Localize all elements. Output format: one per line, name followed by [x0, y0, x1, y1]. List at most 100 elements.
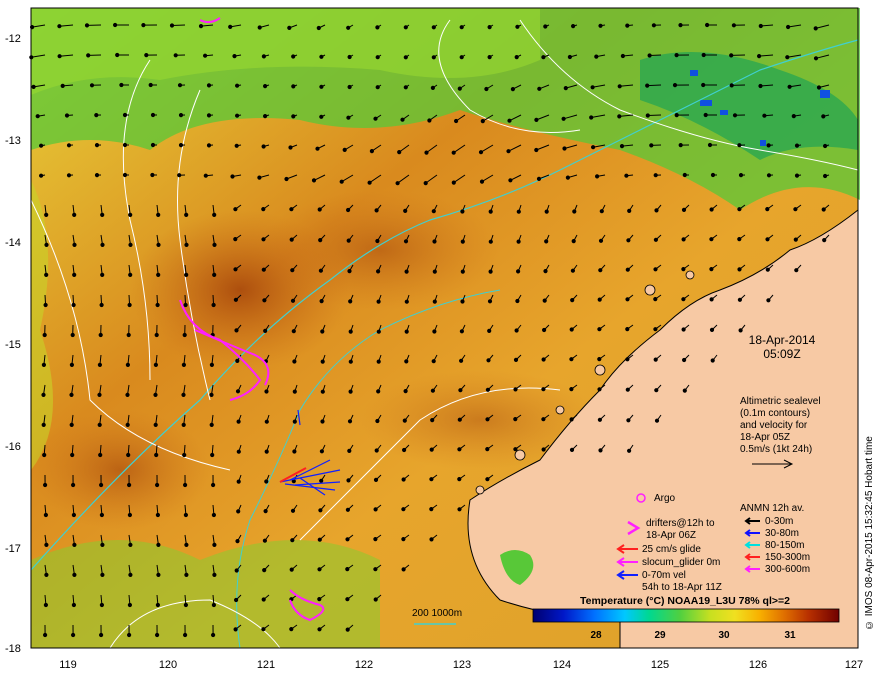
velocity-arrowhead: [597, 357, 602, 362]
lon-label: 125: [651, 659, 669, 671]
velocity-arrowhead: [345, 567, 350, 572]
altimetry-line: Altimetric sealevel: [740, 396, 821, 407]
velocity-arrowhead: [374, 208, 379, 213]
velocity-arrowhead: [209, 362, 214, 367]
velocity-arrowhead: [155, 512, 160, 518]
velocity-arrowhead: [672, 83, 678, 88]
velocity-arrowhead: [651, 23, 657, 28]
velocity-arrowhead: [432, 269, 437, 274]
velocity-arrowhead: [233, 237, 238, 242]
velocity-arrowhead: [513, 447, 518, 452]
velocity-arrowhead: [98, 332, 103, 338]
lon-label: 119: [59, 659, 77, 671]
velocity-arrowhead: [376, 329, 381, 334]
velocity-arrowhead: [513, 357, 519, 362]
velocity-arrowhead: [150, 112, 156, 118]
velocity-arrowhead: [570, 268, 576, 273]
velocity-arrowhead: [128, 242, 133, 247]
velocity-arrowhead: [148, 82, 153, 88]
slocum-label: slocum_glider 0m: [642, 557, 720, 568]
velocity-arrowhead: [320, 359, 325, 364]
velocity-arrowhead: [346, 478, 351, 483]
velocity-arrowhead: [758, 23, 763, 29]
velocity-arrowhead: [373, 567, 378, 572]
velocity-arrowhead: [765, 237, 770, 242]
velocity-arrowhead: [84, 23, 90, 28]
velocity-arrowhead: [288, 145, 293, 150]
velocity-arrowhead: [431, 55, 436, 60]
velocity-arrowhead: [404, 269, 409, 274]
velocity-arrowhead: [60, 83, 65, 89]
velocity-arrowhead: [39, 173, 44, 178]
velocity-arrowhead: [654, 388, 659, 393]
velocity-arrowhead: [178, 113, 184, 118]
lon-label: 127: [845, 659, 863, 671]
velocity-arrowhead: [682, 357, 687, 363]
velocity-arrowhead: [544, 239, 549, 244]
velocity-arrowhead: [115, 52, 120, 58]
velocity-arrowhead: [565, 175, 571, 180]
velocity-arrowhead: [758, 83, 763, 89]
velocity-arrowhead: [506, 149, 511, 154]
lat-label: -17: [5, 543, 21, 555]
velocity-arrowhead: [591, 145, 596, 150]
velocity-arrowhead: [290, 508, 296, 513]
velocity-arrowhead: [39, 143, 44, 148]
velocity-arrowhead: [181, 422, 186, 427]
velocity-arrowhead: [206, 83, 212, 88]
velocity-arrowhead: [72, 272, 77, 277]
velocity-arrowhead: [156, 272, 161, 277]
velocity-arrowhead: [401, 537, 406, 542]
velocity-arrowhead: [376, 269, 381, 274]
velocity-arrowhead: [401, 477, 406, 482]
velocity-arrowhead: [729, 53, 734, 58]
velocity-arrowhead: [127, 602, 132, 608]
velocity-arrowhead: [598, 23, 603, 28]
velocity-arrowhead: [311, 178, 317, 183]
velocity-arrowhead: [710, 172, 716, 178]
credit-label: © IMOS 08-Apr-2015 15:32:45 Hobart time: [864, 436, 875, 630]
velocity-arrowhead: [376, 389, 381, 394]
velocity-arrowhead: [395, 181, 400, 186]
velocity-arrowhead: [794, 173, 800, 178]
velocity-arrowhead: [211, 512, 216, 518]
velocity-arrowhead: [701, 52, 706, 58]
velocity-arrowhead: [404, 299, 409, 304]
velocity-arrowhead: [212, 572, 217, 578]
velocity-arrowhead: [156, 572, 161, 578]
velocity-arrowhead: [346, 238, 351, 243]
velocity-arrowhead: [703, 112, 708, 118]
velocity-arrowhead: [317, 597, 322, 602]
time-label: 05:09Z: [763, 347, 800, 361]
velocity-arrowhead: [209, 422, 214, 427]
velocity-arrowhead: [376, 359, 381, 364]
lat-label: -14: [5, 237, 21, 249]
velocity-arrowhead: [479, 179, 485, 184]
velocity-arrowhead: [653, 173, 658, 178]
velocity-arrowhead: [122, 172, 128, 178]
altimetry-line: and velocity for: [740, 420, 808, 431]
velocity-arrowhead: [625, 23, 630, 28]
velocity-arrowhead: [290, 298, 296, 303]
velocity-arrowhead: [71, 302, 76, 308]
velocity-arrowhead: [181, 362, 186, 367]
velocity-arrowhead: [100, 242, 105, 247]
velocity-arrowhead: [155, 302, 160, 308]
velocity-arrowhead: [373, 116, 378, 121]
velocity-arrowhead: [203, 53, 208, 58]
velocity-arrowhead: [542, 298, 547, 303]
velocity-arrowhead: [154, 452, 159, 458]
velocity-arrowhead: [625, 327, 630, 332]
velocity-arrowhead: [430, 418, 435, 423]
velocity-arrowhead: [44, 542, 49, 548]
velocity-arrowhead: [72, 572, 77, 578]
velocity-arrowhead: [44, 242, 49, 247]
velocity-arrowhead: [571, 239, 576, 244]
velocity-arrowhead: [177, 173, 182, 178]
velocity-arrowhead: [541, 357, 546, 362]
velocity-arrowhead: [292, 449, 297, 454]
velocity-arrowhead: [653, 297, 658, 302]
velocity-arrowhead: [403, 55, 408, 60]
velocity-arrowhead: [232, 54, 237, 59]
velocity-arrowhead: [292, 419, 297, 424]
